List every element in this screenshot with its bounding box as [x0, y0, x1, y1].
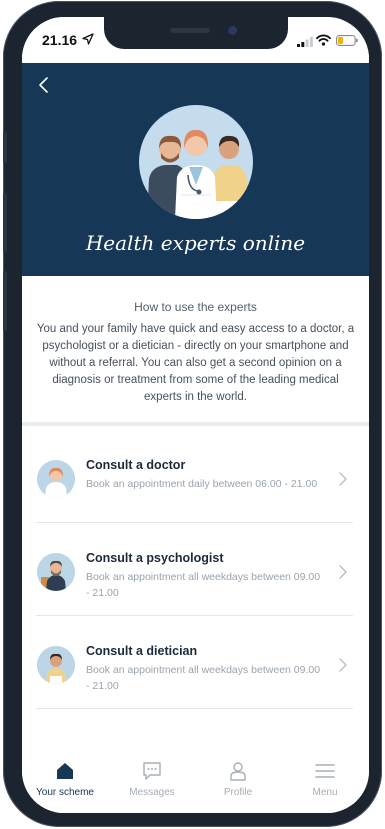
item-subtitle: Book an appointment daily between 06.00 …	[86, 478, 318, 490]
item-title: Consult a doctor	[86, 458, 186, 472]
front-camera	[228, 26, 237, 35]
item-title: Consult a psychologist	[86, 551, 224, 565]
person-icon	[230, 762, 246, 781]
menu-icon	[315, 764, 335, 778]
tab-label: Profile	[223, 787, 253, 798]
item-title: Consult a dietician	[86, 644, 198, 658]
cell-signal-icon	[297, 37, 313, 47]
list-item-consult-dietician[interactable]: Consult a dietician Book an appointment …	[22, 616, 369, 709]
item-subtitle: Book an appointment all weekdays between…	[86, 571, 321, 599]
list-item-consult-psychologist[interactable]: Consult a psychologist Book an appointme…	[22, 523, 369, 616]
tab-your-scheme[interactable]: Your scheme	[22, 761, 108, 809]
tab-menu[interactable]: Menu	[282, 761, 368, 809]
battery-icon	[336, 35, 358, 46]
bottom-tab-bar: Your scheme Messages Profile Menu	[22, 753, 369, 813]
notch	[104, 17, 288, 49]
medical-team-illustration	[139, 105, 253, 219]
divider	[36, 708, 353, 709]
tab-profile[interactable]: Profile	[195, 761, 281, 809]
item-subtitle: Book an appointment all weekdays between…	[86, 664, 321, 692]
app-screen: 21.16 Health experts online How to use t…	[22, 17, 369, 813]
tab-messages[interactable]: Messages	[109, 761, 195, 809]
wifi-icon	[316, 34, 331, 46]
intro-body: You and your family have quick and easy …	[36, 323, 355, 403]
tab-label: Your scheme	[36, 787, 94, 798]
home-icon	[57, 763, 73, 779]
chevron-right-icon	[339, 658, 347, 672]
chevron-right-icon	[339, 565, 347, 579]
doctor-avatar-icon	[37, 460, 75, 498]
volume-down-button	[3, 271, 7, 331]
back-chevron-icon[interactable]	[36, 75, 52, 95]
intro-heading: How to use the experts	[134, 300, 257, 314]
hero-header: Health experts online	[22, 63, 369, 276]
chevron-right-icon	[339, 472, 347, 486]
location-arrow-icon	[82, 33, 94, 45]
page-title: Health experts online	[85, 231, 306, 255]
psychologist-avatar-icon	[37, 553, 75, 591]
phone-frame: 21.16 Health experts online How to use t…	[3, 1, 382, 827]
speaker-grille	[170, 28, 210, 33]
intro-section: How to use the experts You and your fami…	[22, 276, 369, 426]
list-item-consult-doctor[interactable]: Consult a doctor Book an appointment dai…	[22, 430, 369, 523]
status-bar: 21.16	[22, 17, 369, 63]
mute-switch	[3, 131, 7, 163]
status-time: 21.16	[42, 32, 78, 48]
tab-label: Messages	[129, 787, 175, 798]
dietician-avatar-icon	[37, 646, 75, 684]
chat-icon	[143, 762, 161, 780]
volume-up-button	[3, 193, 7, 253]
tab-label: Menu	[312, 787, 338, 798]
